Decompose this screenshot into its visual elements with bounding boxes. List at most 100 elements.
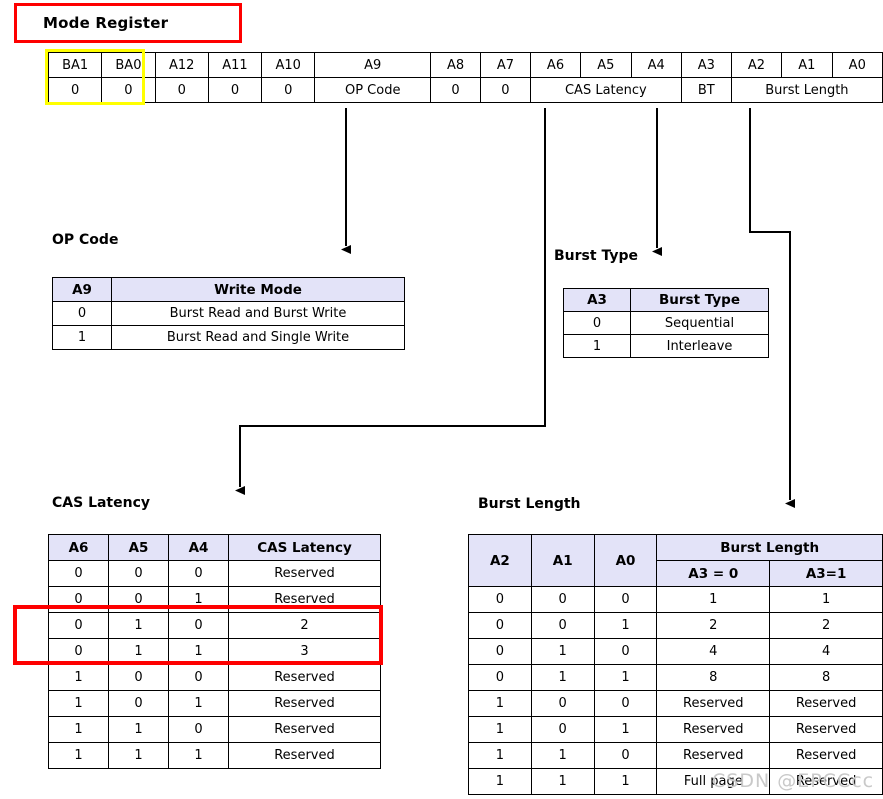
table-row: 1 0 1 Reserved Reserved xyxy=(468,716,883,743)
mode-register-values-row: 0 0 0 0 0 OP Code 0 0 CAS Latency BT Bur… xyxy=(47,77,883,103)
bit-value-burst-length: Burst Length xyxy=(730,77,883,103)
cell-bl-a3-1: Reserved xyxy=(769,742,883,769)
cell-bl-a3-0: 1 xyxy=(656,586,771,613)
diagram-canvas: Mode Register BA1 BA0 A12 A11 A10 A9 A8 … xyxy=(0,0,883,799)
col-header-a3: A3 xyxy=(563,288,631,312)
cell-bl-a3-0: 2 xyxy=(656,612,771,639)
bit-value-cas-latency: CAS Latency xyxy=(529,77,682,103)
table-row: 0 0 1 Reserved xyxy=(48,586,381,613)
cell-a5: 0 xyxy=(108,586,169,613)
cell-burst-type: Sequential xyxy=(630,311,769,335)
cell-cas-latency: Reserved xyxy=(228,586,381,613)
cell-a6: 0 xyxy=(48,612,109,639)
col-header-a3-eq-0: A3 = 0 xyxy=(656,560,771,587)
cell-a4: 0 xyxy=(168,560,229,587)
cell-a1: 1 xyxy=(530,742,595,769)
cell-cas-latency: Reserved xyxy=(228,664,381,691)
table-row: 1 1 0 Reserved Reserved xyxy=(468,742,883,769)
cell-a2: 0 xyxy=(468,612,532,639)
cell-bl-a3-0: Reserved xyxy=(656,716,771,743)
bit-name-a12: A12 xyxy=(154,52,209,78)
cell-a5: 0 xyxy=(108,560,169,587)
bit-name-ba0: BA0 xyxy=(101,52,156,78)
cell-bl-a3-0: 8 xyxy=(656,664,771,691)
col-header-a3-eq-1: A3=1 xyxy=(769,560,883,587)
cell-a9: 0 xyxy=(52,301,112,326)
cell-bl-a3-1: 1 xyxy=(769,586,883,613)
cell-bl-a3-1: 4 xyxy=(769,638,883,665)
cell-bl-a3-1: Reserved xyxy=(769,690,883,717)
bit-name-ba1: BA1 xyxy=(47,52,103,78)
bit-name-a7: A7 xyxy=(479,52,531,78)
cell-burst-type: Interleave xyxy=(630,334,769,358)
cell-a0: 0 xyxy=(593,586,658,613)
cell-a0: 0 xyxy=(593,742,658,769)
watermark: CSDN @EPCCcc xyxy=(712,770,875,792)
cell-a6: 1 xyxy=(48,690,109,717)
cell-a2: 0 xyxy=(468,638,532,665)
col-header-burst-length-group: Burst Length xyxy=(656,534,883,561)
bit-value-ba0: 0 xyxy=(101,77,156,103)
bit-value-a9: OP Code xyxy=(314,77,432,103)
cell-a3: 0 xyxy=(563,311,631,335)
cell-a9: 1 xyxy=(52,325,112,350)
table-header-row: A9 Write Mode xyxy=(52,277,405,302)
col-header-a0: A0 xyxy=(593,534,658,587)
cell-a6: 1 xyxy=(48,716,109,743)
cell-a4: 0 xyxy=(168,612,229,639)
cell-a0: 0 xyxy=(593,638,658,665)
cell-cas-latency: Reserved xyxy=(228,716,381,743)
cell-cas-latency: 3 xyxy=(228,638,381,665)
col-header-a6: A6 xyxy=(48,534,109,561)
bit-value-a12: 0 xyxy=(154,77,209,103)
cell-a1: 1 xyxy=(530,664,595,691)
table-row: 1 0 0 Reserved Reserved xyxy=(468,690,883,717)
table-header-row: A6 A5 A4 CAS Latency xyxy=(48,534,381,561)
col-header-write-mode: Write Mode xyxy=(111,277,405,302)
cell-a0: 1 xyxy=(593,768,658,795)
cell-a6: 0 xyxy=(48,560,109,587)
cell-cas-latency: Reserved xyxy=(228,560,381,587)
table-row: 1 0 1 Reserved xyxy=(48,690,381,717)
cell-a5: 1 xyxy=(108,742,169,769)
cell-cas-latency: Reserved xyxy=(228,742,381,769)
table-row: 0 1 0 4 4 xyxy=(468,638,883,665)
table-header-row: A3 Burst Type xyxy=(563,288,769,312)
col-header-a1: A1 xyxy=(530,534,595,587)
cell-bl-a3-1: 8 xyxy=(769,664,883,691)
cell-a4: 1 xyxy=(168,638,229,665)
burst-type-table: A3 Burst Type 0 Sequential 1 Interleave xyxy=(563,288,769,358)
cell-a1: 1 xyxy=(530,638,595,665)
cell-a1: 0 xyxy=(530,586,595,613)
cell-a5: 0 xyxy=(108,690,169,717)
cell-a6: 0 xyxy=(48,638,109,665)
cell-a1: 0 xyxy=(530,690,595,717)
cell-bl-a3-1: Reserved xyxy=(769,716,883,743)
cell-a2: 1 xyxy=(468,742,532,769)
cell-bl-a3-0: Reserved xyxy=(656,742,771,769)
mode-register-table: BA1 BA0 A12 A11 A10 A9 A8 A7 A6 A5 A4 A3… xyxy=(47,52,883,103)
cell-a4: 0 xyxy=(168,664,229,691)
page-title: Mode Register xyxy=(43,14,169,32)
bit-name-a3: A3 xyxy=(680,52,732,78)
bit-value-a7: 0 xyxy=(479,77,531,103)
col-header-burst-type: Burst Type xyxy=(630,288,769,312)
page-title-box: Mode Register xyxy=(14,3,242,43)
bit-name-a8: A8 xyxy=(430,52,481,78)
cell-cas-latency: 2 xyxy=(228,612,381,639)
col-header-a9: A9 xyxy=(52,277,112,302)
table-row: 1 0 0 Reserved xyxy=(48,664,381,691)
cell-cas-latency: Reserved xyxy=(228,690,381,717)
table-row: 0 0 0 Reserved xyxy=(48,560,381,587)
table-row: 1 1 1 Reserved xyxy=(48,742,381,769)
cell-a5: 1 xyxy=(108,638,169,665)
table-row: 1 Burst Read and Single Write xyxy=(52,325,405,350)
cell-a5: 0 xyxy=(108,664,169,691)
bit-name-a1: A1 xyxy=(781,52,833,78)
cell-bl-a3-0: 4 xyxy=(656,638,771,665)
cell-bl-a3-1: 2 xyxy=(769,612,883,639)
cell-a6: 0 xyxy=(48,586,109,613)
table-row: 1 1 0 Reserved xyxy=(48,716,381,743)
burst-length-caption: Burst Length xyxy=(478,496,581,512)
bit-value-a8: 0 xyxy=(430,77,481,103)
